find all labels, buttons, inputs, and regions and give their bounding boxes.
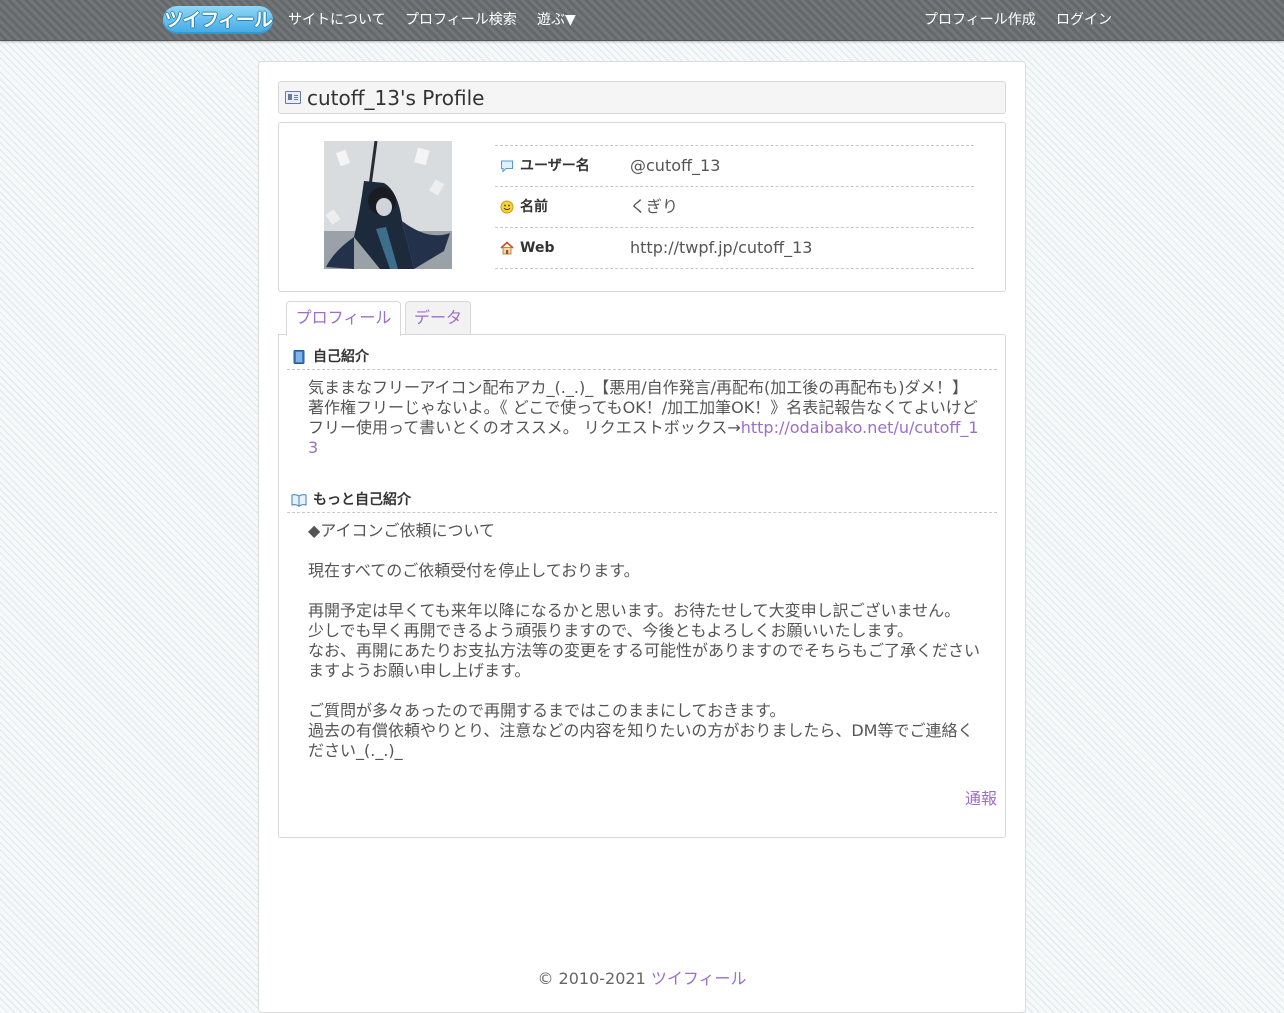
id-card-icon: [285, 91, 301, 104]
more-bio-text: ◆アイコンご依頼について 現在すべてのご依頼受付を停止しております。 再開予定は…: [308, 521, 980, 761]
avatar: [324, 141, 452, 269]
name-value: くぎり: [630, 197, 679, 216]
web-link[interactable]: http://twpf.jp/cutoff_13: [630, 237, 812, 259]
username-label: ユーザー名: [520, 158, 590, 174]
smiley-face-icon: [500, 200, 514, 214]
profile-info-box: ユーザー名 @cutoff_13 名前 くぎり Web http://twpf.…: [278, 122, 1006, 292]
more-bio-heading: もっと自己紹介: [313, 492, 411, 508]
nav-link-create-profile[interactable]: プロフィール作成: [924, 10, 1036, 30]
notebook-icon: [293, 350, 305, 364]
open-book-icon: [291, 494, 307, 507]
more-bio-line: [308, 681, 980, 701]
profile-info-table: ユーザー名 @cutoff_13 名前 くぎり Web http://twpf.…: [495, 145, 974, 269]
bio-section-header: 自己紹介: [287, 343, 997, 370]
more-bio-line: [308, 541, 980, 561]
nav-link-login[interactable]: ログイン: [1056, 10, 1112, 30]
copyright-text: © 2010-2021: [537, 969, 646, 988]
username-link[interactable]: @cutoff_13: [630, 155, 720, 177]
info-row-web: Web http://twpf.jp/cutoff_13: [495, 228, 974, 269]
bio-heading: 自己紹介: [313, 349, 369, 365]
name-label: 名前: [520, 199, 548, 215]
tab-data[interactable]: データ: [405, 301, 471, 335]
more-bio-section-header: もっと自己紹介: [287, 486, 997, 513]
more-bio-line: ご質問が多々あったので再開するまではこのままにしておきます。: [308, 701, 786, 720]
footer-site-link[interactable]: ツイフィール: [651, 969, 747, 988]
info-row-name: 名前 くぎり: [495, 187, 974, 228]
nav-link-about[interactable]: サイトについて: [288, 10, 386, 30]
house-icon: [500, 241, 514, 255]
more-bio-line: 現在すべてのご依頼受付を停止しております。: [308, 561, 640, 580]
more-bio-line: なお、再開にあたりお支払方法等の変更をする可能性がありますのでそちらもご了承くだ…: [308, 641, 981, 680]
profile-title-bar: cutoff_13's Profile: [278, 81, 1006, 114]
site-logo[interactable]: ツイフィール: [163, 6, 273, 34]
nav-menu-play[interactable]: 遊ぶ▼: [537, 10, 576, 30]
top-navbar: ツイフィール サイトについて プロフィール検索 遊ぶ▼ プロフィール作成 ログイ…: [0, 0, 1284, 41]
bio-text: 気ままなフリーアイコン配布アカ_(._.)_【悪用/自作発言/再配布(加工後の再…: [308, 378, 980, 458]
tab-profile[interactable]: プロフィール: [286, 301, 401, 336]
more-bio-line: 過去の有償依頼やりとり、注意などの内容を知りたいの方がおりましたら、DM等でご連…: [308, 721, 974, 760]
more-bio-line: 再開予定は早くても来年以降になるかと思います。お待たせして大変申し訳ございません…: [308, 601, 961, 620]
report-link[interactable]: 通報: [965, 788, 997, 810]
web-label: Web: [520, 240, 555, 256]
info-row-username: ユーザー名 @cutoff_13: [495, 146, 974, 187]
more-bio-line: ◆アイコンご依頼について: [308, 521, 496, 540]
more-bio-line: 少しでも早く再開できるよう頑張りますので、今後ともよろしくお願いいたします。: [308, 621, 913, 640]
profile-content: 自己紹介 気ままなフリーアイコン配布アカ_(._.)_【悪用/自作発言/再配布(…: [278, 334, 1006, 838]
page-title: cutoff_13's Profile: [307, 86, 485, 110]
footer: © 2010-2021 ツイフィール: [259, 968, 1025, 990]
main-panel: cutoff_13's Profile ユーザー名 @cutoff_13 名前 …: [258, 61, 1026, 1013]
speech-bubble-icon: [501, 160, 513, 173]
more-bio-line: [308, 581, 980, 601]
nav-link-profile-search[interactable]: プロフィール検索: [405, 10, 517, 30]
